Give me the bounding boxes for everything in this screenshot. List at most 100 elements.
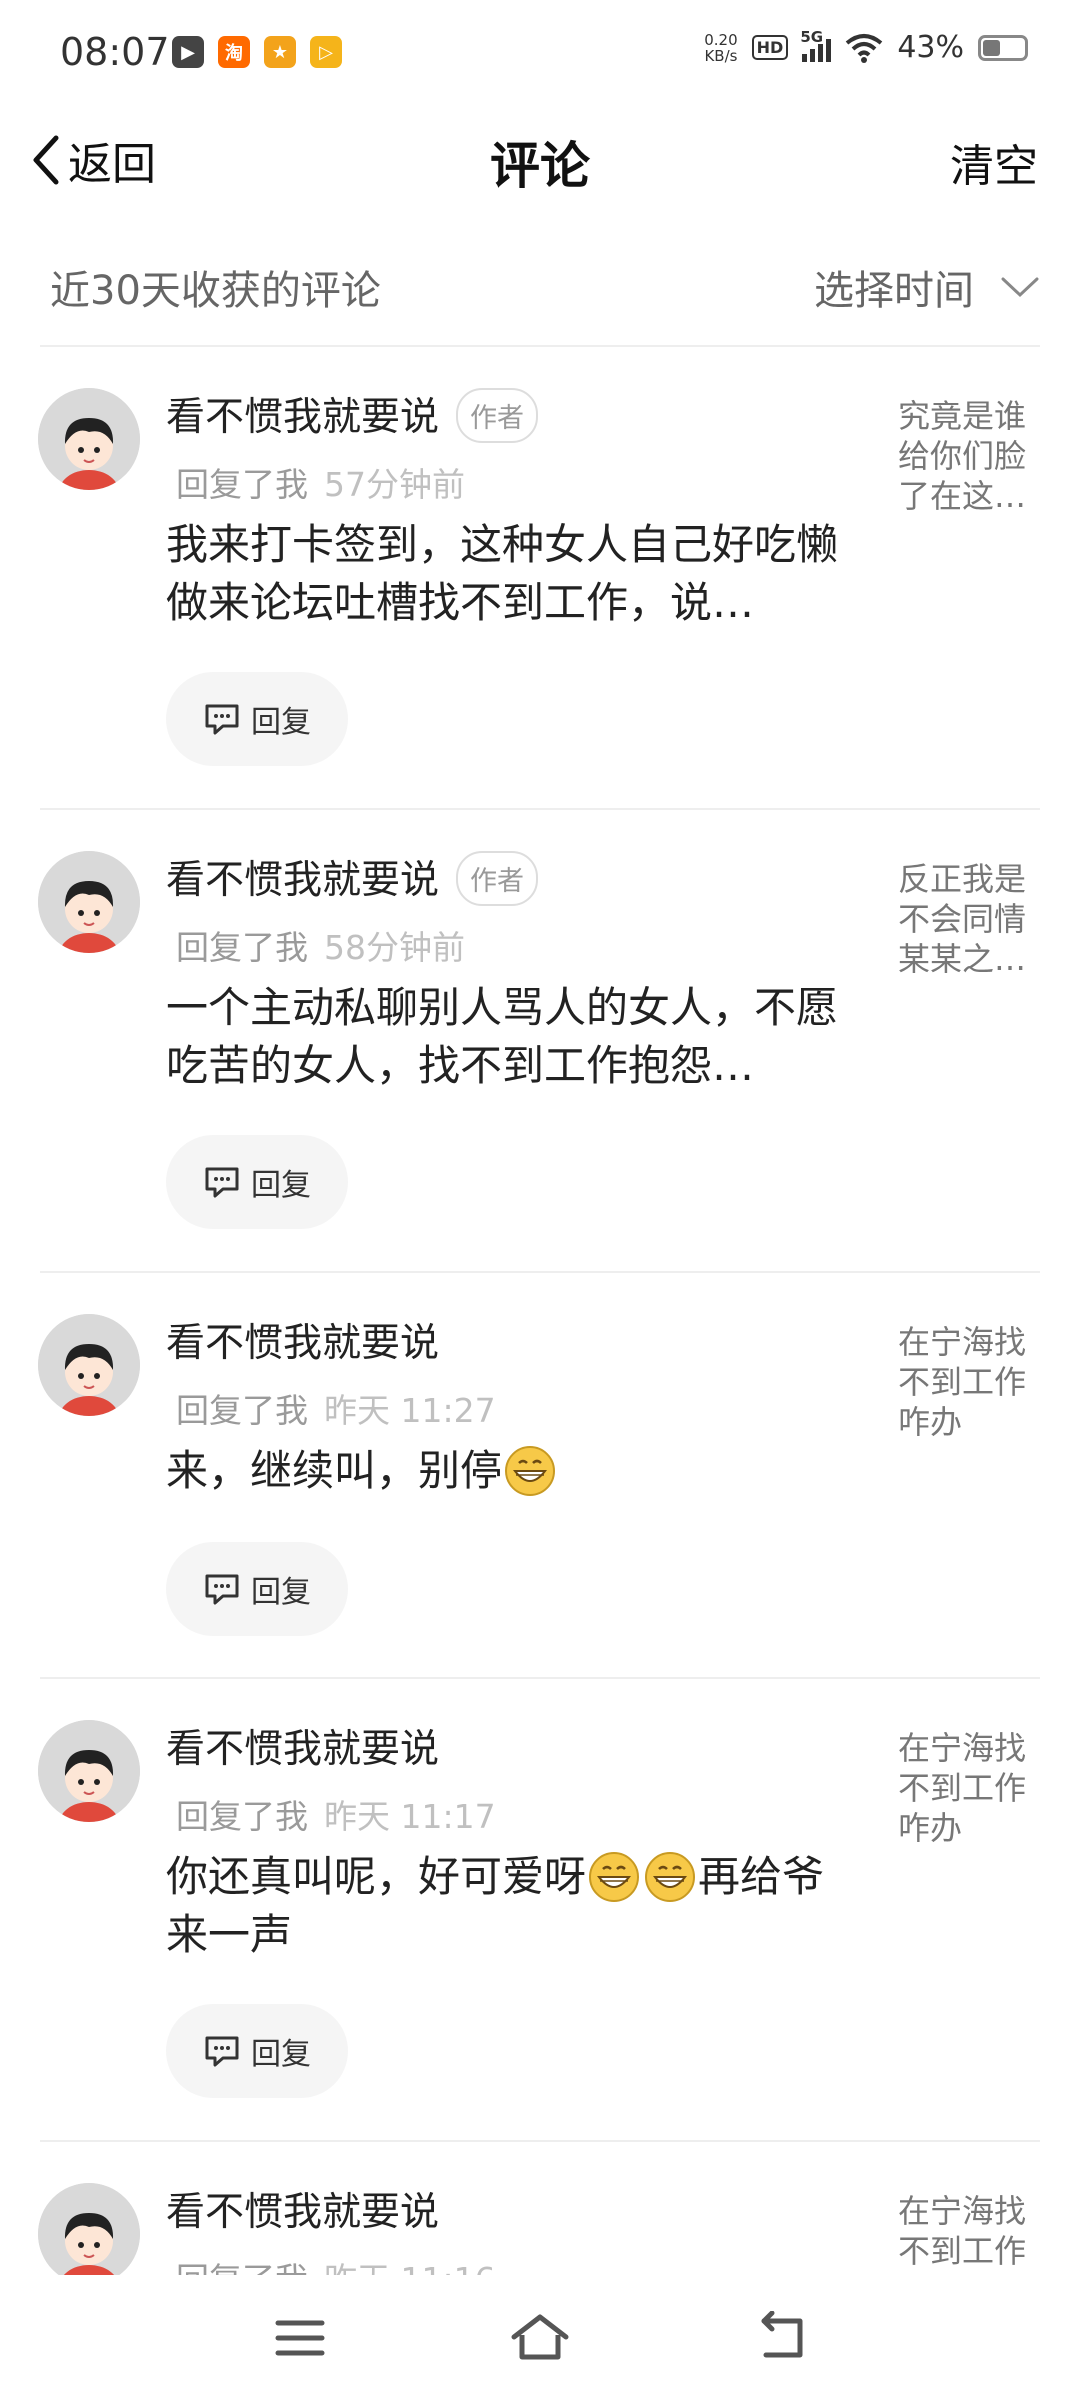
grin-emoji-icon bbox=[589, 1852, 640, 1902]
comment-username[interactable]: 看不惯我就要说 bbox=[166, 2181, 439, 2237]
comment-action: 回复了我 bbox=[176, 1391, 308, 1430]
time-select-label: 选择时间 bbox=[814, 268, 974, 314]
avatar[interactable] bbox=[38, 851, 140, 953]
comment-item[interactable]: 看不惯我就要说 回复了我 昨天 11:27 来，继续叫，别停 回复 在宁海找 不到… bbox=[0, 1272, 1080, 1678]
reply-label: 回复 bbox=[251, 705, 311, 740]
filter-label: 近30天收获的评论 bbox=[50, 268, 381, 314]
top-app-bar: 返回 评论 清空 bbox=[0, 110, 1080, 210]
game-app-icon: ★ bbox=[264, 36, 296, 68]
snippet-line: 究竟是谁 bbox=[898, 397, 1027, 435]
comment-username[interactable]: 看不惯我就要说 bbox=[166, 849, 439, 905]
reply-button[interactable]: 回复 bbox=[166, 1542, 348, 1636]
reply-button[interactable]: 回复 bbox=[166, 1135, 348, 1229]
system-nav-bar bbox=[0, 2275, 1080, 2400]
comment-bubble-icon bbox=[205, 1574, 239, 1605]
page-title: 评论 bbox=[490, 137, 590, 195]
comment-time: 58分钟前 bbox=[324, 928, 465, 967]
comment-text[interactable]: 我来打卡签到，这种女人自己好吃懒做来论坛吐槽找不到工作，说… bbox=[166, 516, 866, 632]
original-post-snippet[interactable]: 在宁海找 不到工作 咋办 bbox=[898, 1322, 1048, 1442]
comment-time: 昨天 11:16 bbox=[324, 2260, 496, 2275]
snippet-line: 某某之… bbox=[898, 940, 1027, 978]
grin-emoji-icon bbox=[645, 1852, 696, 1902]
chevron-down-icon bbox=[1001, 277, 1039, 298]
reply-label: 回复 bbox=[251, 2037, 311, 2072]
original-post-snippet[interactable]: 在宁海找 不到工作 咋办 bbox=[898, 1728, 1048, 1848]
status-time: 08:07 bbox=[60, 30, 170, 74]
home-icon[interactable] bbox=[508, 2311, 572, 2365]
comment-bubble-icon bbox=[205, 1167, 239, 1198]
comment-text[interactable]: 来，继续叫，别停 bbox=[166, 1442, 866, 1500]
snippet-line: 不到工作 bbox=[898, 1363, 1027, 1401]
snippet-line: 不到工作 bbox=[898, 1769, 1027, 1807]
original-post-snippet[interactable]: 反正我是 不会同情 某某之… bbox=[898, 859, 1048, 979]
menu-icon[interactable] bbox=[268, 2311, 332, 2365]
comment-action: 回复了我 bbox=[176, 2260, 308, 2275]
reply-button[interactable]: 回复 bbox=[166, 2004, 348, 2098]
comment-meta: 回复了我 58分钟前 bbox=[176, 921, 465, 969]
comment-username[interactable]: 看不惯我就要说 bbox=[166, 1718, 439, 1774]
comment-action: 回复了我 bbox=[176, 465, 308, 504]
snippet-line: 咋办 bbox=[898, 1403, 963, 1441]
video-app-icon: ▶ bbox=[172, 36, 204, 68]
battery-level-fill bbox=[983, 39, 1000, 56]
reply-button[interactable]: 回复 bbox=[166, 672, 348, 766]
snippet-line: 在宁海找 bbox=[898, 2192, 1027, 2230]
comment-bubble-icon bbox=[205, 704, 239, 735]
comment-username[interactable]: 看不惯我就要说 bbox=[166, 386, 439, 442]
avatar[interactable] bbox=[38, 1314, 140, 1416]
comment-time: 57分钟前 bbox=[324, 465, 465, 504]
network-type: 5G bbox=[800, 27, 824, 46]
taobao-app-icon: 淘 bbox=[218, 36, 250, 68]
comment-meta: 回复了我 昨天 11:16 bbox=[176, 2253, 496, 2275]
network-speed-value: 0.20 bbox=[704, 30, 738, 49]
snippet-line: 不会同情 bbox=[898, 900, 1027, 938]
status-app-icons: ▶ 淘 ★ ▷ bbox=[172, 36, 342, 68]
comment-meta: 回复了我 57分钟前 bbox=[176, 458, 465, 506]
battery-icon bbox=[978, 34, 1028, 61]
comment-text-content: 你还真叫呢，好可爱呀 bbox=[166, 1852, 587, 1901]
comment-text-content: 来，继续叫，别停 bbox=[166, 1446, 503, 1495]
snippet-line: 了在这… bbox=[898, 477, 1027, 515]
reply-label: 回复 bbox=[251, 1575, 311, 1610]
snippet-line: 在宁海找 bbox=[898, 1729, 1027, 1767]
comment-text[interactable]: 一个主动私聊别人骂人的女人，不愿吃苦的女人，找不到工作抱怨… bbox=[166, 979, 866, 1095]
comment-meta: 回复了我 昨天 11:27 bbox=[176, 1384, 496, 1432]
network-speed-unit: KB/s bbox=[704, 46, 738, 65]
clear-button[interactable]: 清空 bbox=[950, 130, 1038, 194]
comment-item[interactable]: 看不惯我就要说 回复了我 昨天 11:17 你还真叫呢，好可爱呀 再给爷来一声 回复… bbox=[0, 1678, 1080, 2140]
status-bar: 08:07 ▶ 淘 ★ ▷ 0.20 KB/s HD 5G 43% bbox=[0, 0, 1080, 110]
hd-badge: HD bbox=[751, 35, 789, 60]
author-badge: 作者 bbox=[456, 851, 538, 906]
comment-action: 回复了我 bbox=[176, 928, 308, 967]
comment-action: 回复了我 bbox=[176, 1797, 308, 1836]
avatar[interactable] bbox=[38, 388, 140, 490]
youku-app-icon: ▷ bbox=[310, 36, 342, 68]
avatar[interactable] bbox=[38, 2183, 140, 2275]
comment-item[interactable]: 看不惯我就要说 回复了我 昨天 11:16 在宁海找 不到工作 bbox=[0, 2141, 1080, 2275]
cell-signal-icon: 5G bbox=[800, 28, 832, 62]
comment-bubble-icon bbox=[205, 2036, 239, 2067]
comment-meta: 回复了我 昨天 11:17 bbox=[176, 1790, 496, 1838]
comment-item[interactable]: 看不惯我就要说 作者 回复了我 57分钟前 我来打卡签到，这种女人自己好吃懒做来论… bbox=[0, 346, 1080, 808]
avatar[interactable] bbox=[38, 1720, 140, 1822]
comment-time: 昨天 11:17 bbox=[324, 1797, 496, 1836]
snippet-line: 在宁海找 bbox=[898, 1323, 1027, 1361]
reply-label: 回复 bbox=[251, 1168, 311, 1203]
original-post-snippet[interactable]: 究竟是谁 给你们脸 了在这… bbox=[898, 396, 1048, 516]
network-speed: 0.20 KB/s bbox=[704, 32, 737, 64]
snippet-line: 不到工作 bbox=[898, 2232, 1027, 2270]
author-badge: 作者 bbox=[456, 388, 538, 443]
comment-item[interactable]: 看不惯我就要说 作者 回复了我 58分钟前 一个主动私聊别人骂人的女人，不愿吃苦的… bbox=[0, 809, 1080, 1271]
comment-time: 昨天 11:27 bbox=[324, 1391, 496, 1430]
comment-text[interactable]: 你还真叫呢，好可爱呀 再给爷来一声 bbox=[166, 1848, 866, 1964]
snippet-line: 反正我是 bbox=[898, 860, 1027, 898]
snippet-line: 咋办 bbox=[898, 1809, 963, 1847]
back-icon[interactable] bbox=[752, 2311, 816, 2365]
original-post-snippet[interactable]: 在宁海找 不到工作 bbox=[898, 2191, 1048, 2271]
wifi-icon bbox=[846, 33, 883, 63]
snippet-line: 给你们脸 bbox=[898, 437, 1027, 475]
grin-emoji-icon bbox=[505, 1446, 556, 1496]
battery-percent: 43% bbox=[897, 30, 964, 65]
comment-username[interactable]: 看不惯我就要说 bbox=[166, 1312, 439, 1368]
time-select-dropdown[interactable]: 选择时间 bbox=[814, 258, 1040, 316]
